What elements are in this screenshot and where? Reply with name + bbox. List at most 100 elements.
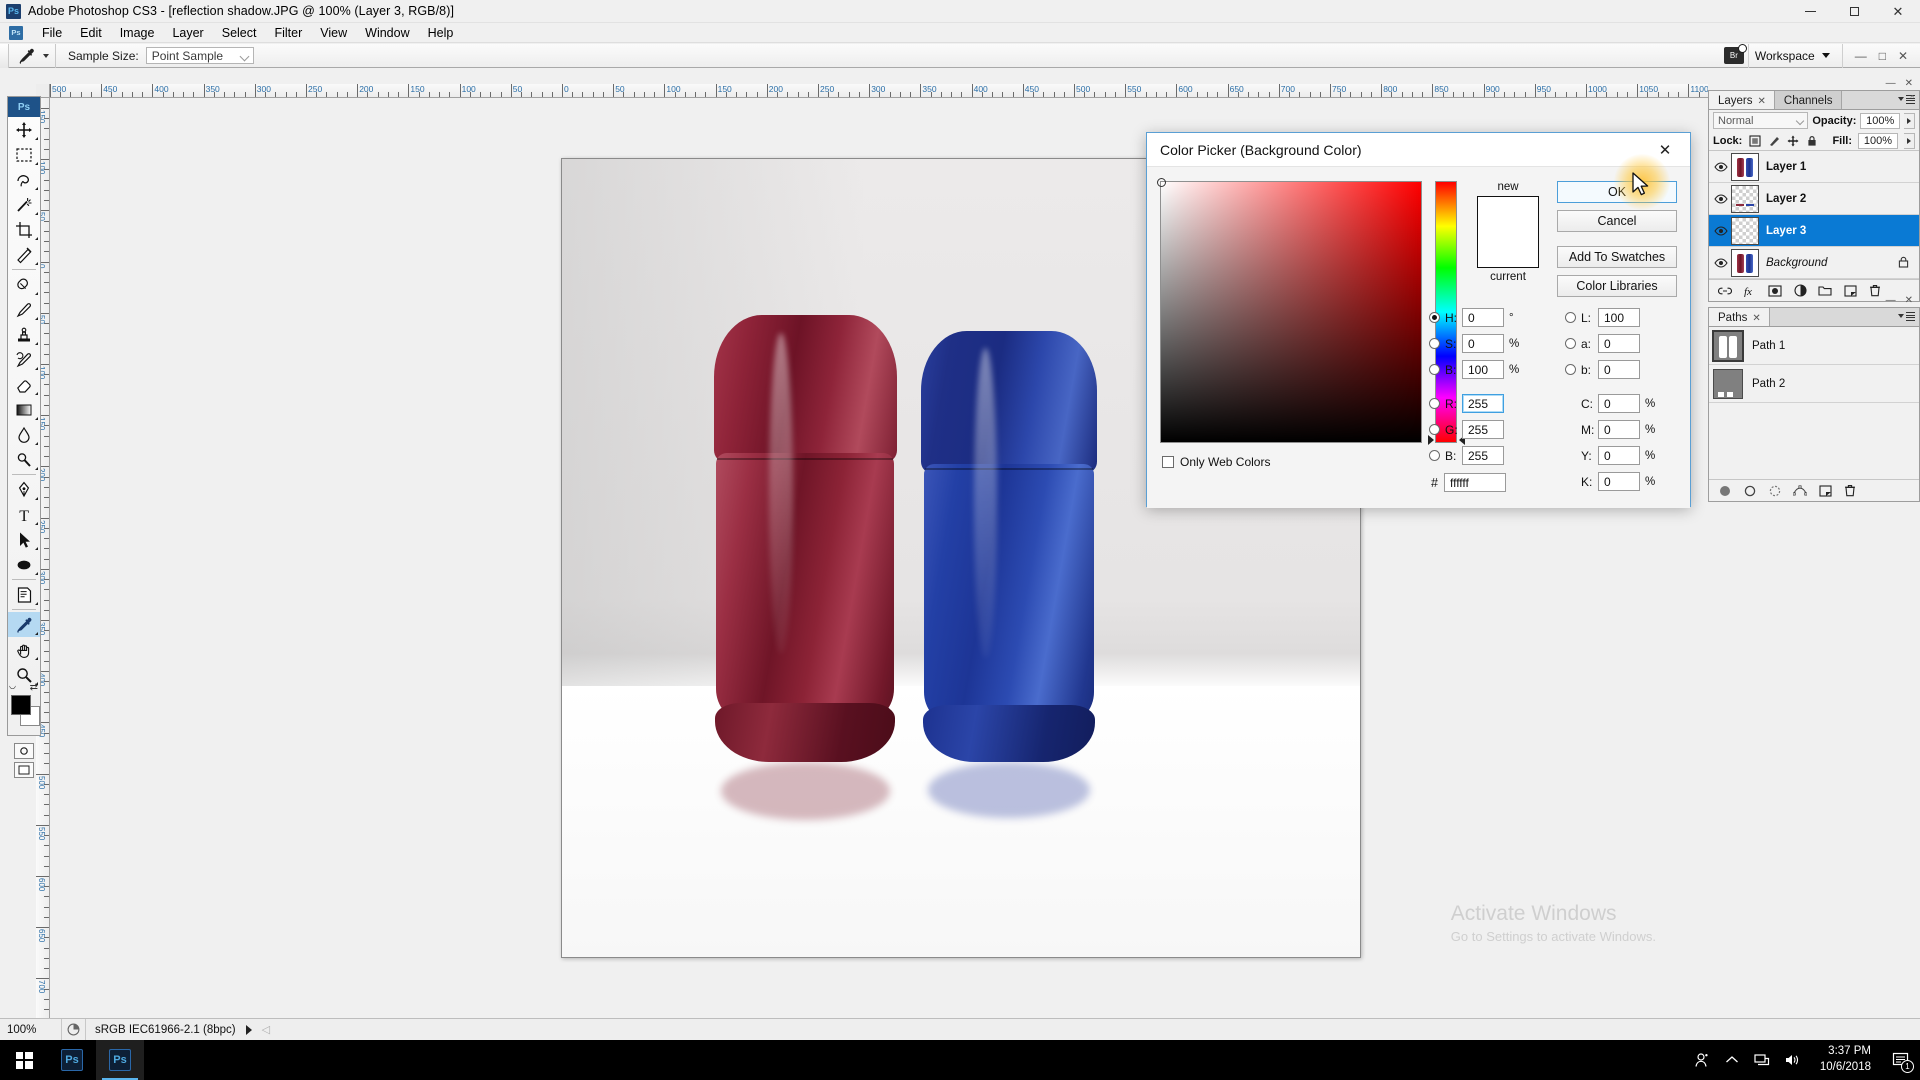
people-icon[interactable] [1694, 1052, 1711, 1069]
path-row-path-1[interactable]: Path 1 [1709, 327, 1919, 365]
bridge-icon[interactable]: Br [1723, 44, 1747, 64]
doc-maximize-button[interactable]: □ [1879, 49, 1886, 63]
marquee-tool[interactable] [8, 142, 40, 167]
only-web-colors-checkbox[interactable] [1162, 456, 1174, 468]
ok-button[interactable]: OK [1557, 181, 1677, 203]
eraser-tool[interactable] [8, 372, 40, 397]
magic-wand-tool[interactable] [8, 192, 40, 217]
blue-input[interactable]: 255 [1462, 446, 1504, 465]
field-hex[interactable]: # ffffff [1429, 473, 1523, 492]
layer-row-layer-2[interactable]: Layer 2 [1709, 183, 1919, 215]
horizontal-ruler[interactable]: 500 450 400 350 300 250 200 150 100 50 0 50 100 150 20… [36, 84, 1708, 98]
new-group-icon[interactable] [1818, 284, 1832, 298]
green-input[interactable]: 255 [1462, 420, 1504, 439]
path-thumbnail[interactable] [1713, 368, 1743, 399]
layer-row-layer-3[interactable]: Layer 3 [1709, 215, 1919, 247]
menu-item-edit[interactable]: Edit [71, 24, 111, 42]
color-picker-close-button[interactable]: ✕ [1648, 137, 1682, 163]
screen-mode-icon[interactable] [14, 762, 34, 778]
taskbar-clock[interactable]: 3:37 PM 10/6/2018 [1814, 1044, 1877, 1075]
lab-b-input[interactable]: 0 [1598, 360, 1640, 379]
radio-brightness[interactable] [1429, 364, 1440, 375]
field-lab-b[interactable]: b: 0 [1565, 359, 1659, 380]
tab-channels[interactable]: Channels [1774, 91, 1842, 109]
radio-lab-b[interactable] [1565, 364, 1576, 375]
layers-scroll-up-icon[interactable]: ⌃ [1908, 94, 1916, 105]
foreground-color-swatch[interactable] [11, 695, 31, 715]
magenta-input[interactable]: 0 [1598, 420, 1640, 439]
color-field-cursor[interactable] [1157, 178, 1166, 187]
move-tool[interactable] [8, 117, 40, 142]
layers-panel-close-icon[interactable]: ✕ [1905, 78, 1913, 89]
new-current-swatch[interactable] [1477, 196, 1539, 268]
lock-position-icon[interactable] [1786, 134, 1799, 147]
field-hue[interactable]: H: 0 ° [1429, 307, 1523, 328]
layer-visibility-toggle[interactable] [1711, 225, 1731, 236]
hue-input[interactable]: 0 [1462, 308, 1504, 327]
field-cyan[interactable]: C: 0 % [1565, 393, 1659, 414]
lock-all-icon[interactable] [1805, 134, 1818, 147]
color-profile-icon[interactable] [62, 1018, 86, 1041]
lab-a-input[interactable]: 0 [1598, 334, 1640, 353]
radio-blue[interactable] [1429, 450, 1440, 461]
stroke-path-icon[interactable] [1743, 484, 1757, 498]
sample-size-select[interactable]: Point Sample [145, 47, 254, 64]
field-yellow[interactable]: Y: 0 % [1565, 445, 1659, 466]
close-icon[interactable]: ✕ [1758, 96, 1766, 107]
menu-item-window[interactable]: Window [356, 24, 418, 42]
only-web-colors-row[interactable]: Only Web Colors [1162, 455, 1270, 469]
swap-colors-icon[interactable]: ⇄ [30, 682, 38, 693]
type-tool[interactable]: T [8, 502, 40, 527]
gradient-tool[interactable] [8, 397, 40, 422]
field-blue[interactable]: B: 255 [1429, 445, 1523, 466]
options-bar-grip[interactable] [0, 43, 9, 68]
field-brightness[interactable]: B: 100 % [1429, 359, 1523, 380]
hand-tool[interactable] [8, 637, 40, 662]
action-center-icon[interactable]: 1 [1890, 1049, 1914, 1073]
menu-item-filter[interactable]: Filter [265, 24, 311, 42]
photoshop-taskbar-item-2[interactable]: Ps [96, 1040, 144, 1080]
delete-layer-icon[interactable] [1868, 284, 1882, 298]
new-layer-icon[interactable] [1843, 284, 1857, 298]
saturation-input[interactable]: 0 [1462, 334, 1504, 353]
menu-item-view[interactable]: View [311, 24, 356, 42]
tab-paths[interactable]: Paths ✕ [1709, 308, 1770, 326]
minimize-button[interactable] [1788, 0, 1832, 23]
lightness-input[interactable]: 100 [1598, 308, 1640, 327]
document-menu-icon[interactable]: Ps [9, 25, 23, 40]
menu-item-image[interactable]: Image [111, 24, 164, 42]
field-saturation[interactable]: S: 0 % [1429, 333, 1523, 354]
path-row-path-2[interactable]: Path 2 [1709, 365, 1919, 403]
dodge-tool[interactable] [8, 447, 40, 472]
ellipse-shape-tool[interactable] [8, 552, 40, 577]
layer-style-icon[interactable]: fx [1743, 284, 1757, 298]
cyan-input[interactable]: 0 [1598, 394, 1640, 413]
layer-thumbnail[interactable] [1731, 152, 1759, 181]
make-work-path-icon[interactable] [1793, 484, 1807, 498]
maximize-button[interactable] [1832, 0, 1876, 23]
layer-row-background[interactable]: Background [1709, 247, 1919, 279]
tool-preset-picker[interactable] [9, 43, 56, 68]
layer-visibility-toggle[interactable] [1711, 257, 1731, 268]
layer-thumbnail[interactable] [1731, 216, 1759, 245]
close-icon[interactable]: ✕ [1752, 313, 1760, 324]
crop-tool[interactable] [8, 217, 40, 242]
cancel-button[interactable]: Cancel [1557, 210, 1677, 232]
zoom-level-input[interactable]: 100% [0, 1018, 62, 1041]
workspace-button[interactable]: Workspace [1747, 43, 1843, 68]
brightness-input[interactable]: 100 [1462, 360, 1504, 379]
blend-mode-select[interactable]: Normal [1713, 112, 1809, 129]
default-colors-icon[interactable]: ◡ [9, 681, 16, 690]
volume-icon[interactable] [1784, 1052, 1801, 1069]
hex-input[interactable]: ffffff [1443, 473, 1506, 492]
red-input[interactable]: 255 [1462, 394, 1504, 413]
lasso-tool[interactable] [8, 167, 40, 192]
history-brush-tool[interactable] [8, 347, 40, 372]
paths-panel-close-icon[interactable]: ✕ [1905, 295, 1913, 306]
quick-mask-mode-icon[interactable] [14, 743, 34, 759]
clone-stamp-tool[interactable] [8, 322, 40, 347]
lock-transparent-icon[interactable] [1748, 134, 1761, 147]
show-hidden-icons-icon[interactable] [1724, 1052, 1741, 1069]
layer-row-layer-1[interactable]: Layer 1 [1709, 151, 1919, 183]
field-magenta[interactable]: M: 0 % [1565, 419, 1659, 440]
